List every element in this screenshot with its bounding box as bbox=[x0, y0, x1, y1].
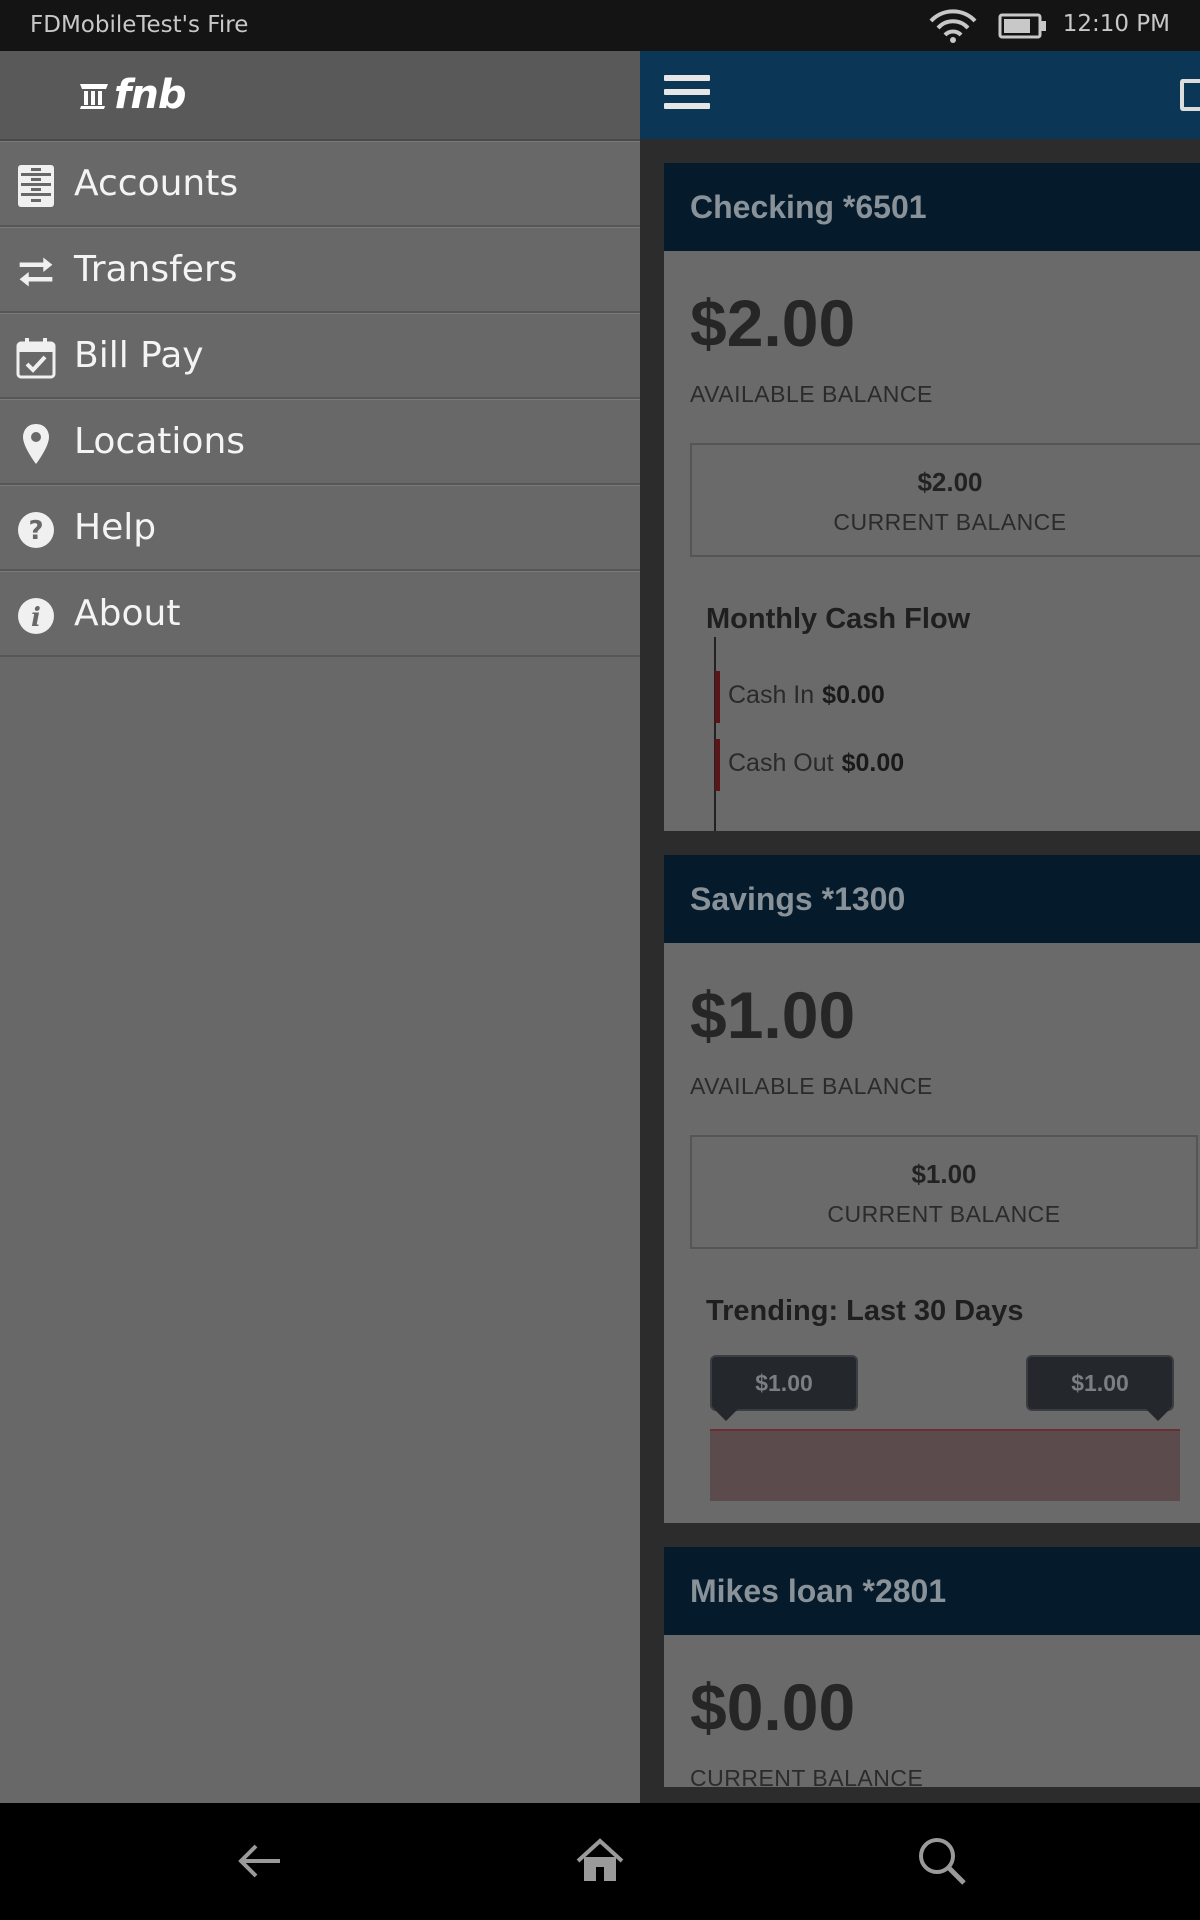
status-bar: FDMobileTest's Fire 12:10 PM bbox=[0, 0, 1200, 51]
svg-text:?: ? bbox=[28, 516, 43, 546]
current-balance-label: CURRENT BALANCE bbox=[690, 1765, 924, 1787]
current-balance-box: $1.00 CURRENT BALANCE bbox=[690, 1135, 1198, 1249]
clock: 12:10 PM bbox=[1062, 11, 1170, 37]
trend-start-value: $1.00 bbox=[755, 1370, 813, 1396]
accounts-screen: Checking *6501 $2.00 AVAILABLE BALANCE $… bbox=[640, 51, 1200, 1803]
menu-item-label: Transfers bbox=[74, 249, 238, 290]
account-card-savings[interactable]: Savings *1300 $1.00 AVAILABLE BALANCE $1… bbox=[664, 855, 1200, 1523]
menu-item-accounts[interactable]: Accounts bbox=[0, 141, 640, 227]
info-icon: i bbox=[16, 594, 56, 638]
trend-end-bubble: $1.00 bbox=[1026, 1355, 1174, 1421]
available-balance-label: AVAILABLE BALANCE bbox=[690, 1073, 933, 1099]
menu-item-bill-pay[interactable]: Bill Pay bbox=[0, 313, 640, 399]
account-title: Savings *1300 bbox=[690, 881, 906, 917]
accounts-icon bbox=[16, 164, 56, 208]
menu-item-help[interactable]: ? Help bbox=[0, 485, 640, 571]
cash-out-value: $0.00 bbox=[841, 749, 905, 777]
current-balance-amount: $2.00 bbox=[917, 467, 983, 497]
cash-out-row: Cash Out $0.00 bbox=[728, 749, 904, 778]
current-balance-label: CURRENT BALANCE bbox=[827, 1201, 1061, 1227]
menu-item-label: Accounts bbox=[74, 163, 239, 204]
card-header: Checking *6501 bbox=[664, 163, 1200, 251]
trend-start-bubble: $1.00 bbox=[710, 1355, 858, 1421]
search-icon[interactable] bbox=[914, 1833, 970, 1889]
menu-item-label: Help bbox=[74, 507, 157, 548]
device-name: FDMobileTest's Fire bbox=[30, 12, 249, 38]
cash-out-label: Cash Out bbox=[728, 749, 834, 777]
fnb-logo: fnb bbox=[78, 72, 187, 118]
current-balance-amount: $1.00 bbox=[911, 1159, 977, 1189]
app-bar-logo-icon bbox=[1180, 79, 1200, 111]
trending-title: Trending: Last 30 Days bbox=[706, 1295, 1024, 1327]
account-title: Checking *6501 bbox=[690, 189, 927, 225]
trend-area bbox=[710, 1429, 1180, 1501]
cash-in-bar bbox=[715, 671, 720, 723]
menu-item-locations[interactable]: Locations bbox=[0, 399, 640, 485]
account-card-loan[interactable]: Mikes loan *2801 $0.00 CURRENT BALANCE bbox=[664, 1547, 1200, 1787]
account-card-checking[interactable]: Checking *6501 $2.00 AVAILABLE BALANCE $… bbox=[664, 163, 1200, 831]
available-balance-amount: $1.00 bbox=[690, 978, 856, 1052]
menu-item-label: About bbox=[74, 593, 181, 634]
hamburger-menu-icon[interactable] bbox=[664, 75, 710, 113]
cash-flow-axis bbox=[714, 637, 716, 831]
menu-item-label: Locations bbox=[74, 421, 246, 462]
app-bar bbox=[640, 51, 1200, 139]
map-pin-icon bbox=[16, 422, 56, 466]
cash-out-bar bbox=[715, 739, 720, 791]
current-balance-amount: $0.00 bbox=[690, 1670, 856, 1744]
current-balance-label: CURRENT BALANCE bbox=[833, 509, 1067, 535]
available-balance-amount: $2.00 bbox=[690, 286, 856, 360]
battery-icon bbox=[998, 13, 1046, 39]
calendar-check-icon bbox=[16, 336, 56, 380]
question-icon: ? bbox=[16, 508, 56, 552]
account-title: Mikes loan *2801 bbox=[690, 1573, 947, 1609]
available-balance-label: AVAILABLE BALANCE bbox=[690, 381, 933, 407]
drawer-header: fnb bbox=[0, 51, 640, 141]
svg-text:i: i bbox=[31, 603, 41, 633]
cash-in-row: Cash In $0.00 bbox=[728, 681, 885, 710]
logo-text: fnb bbox=[114, 72, 187, 118]
pillar-logo-icon bbox=[80, 84, 108, 109]
current-balance-box: $2.00 CURRENT BALANCE bbox=[690, 443, 1200, 557]
back-arrow-icon[interactable] bbox=[232, 1833, 288, 1889]
card-header: Mikes loan *2801 bbox=[664, 1547, 1200, 1635]
navigation-drawer: fnb Accounts Transfers Bill Pay Location… bbox=[0, 51, 640, 1803]
cash-in-label: Cash In bbox=[728, 681, 815, 709]
cash-flow-title: Monthly Cash Flow bbox=[706, 603, 971, 635]
transfers-icon bbox=[16, 250, 56, 294]
cash-in-value: $0.00 bbox=[822, 681, 885, 709]
home-icon[interactable] bbox=[572, 1833, 628, 1889]
wifi-icon bbox=[929, 9, 977, 43]
system-nav-bar bbox=[0, 1803, 1200, 1920]
menu-item-transfers[interactable]: Transfers bbox=[0, 227, 640, 313]
trend-end-value: $1.00 bbox=[1071, 1370, 1129, 1396]
menu-item-label: Bill Pay bbox=[74, 335, 204, 376]
card-header: Savings *1300 bbox=[664, 855, 1200, 943]
menu-item-about[interactable]: i About bbox=[0, 571, 640, 657]
